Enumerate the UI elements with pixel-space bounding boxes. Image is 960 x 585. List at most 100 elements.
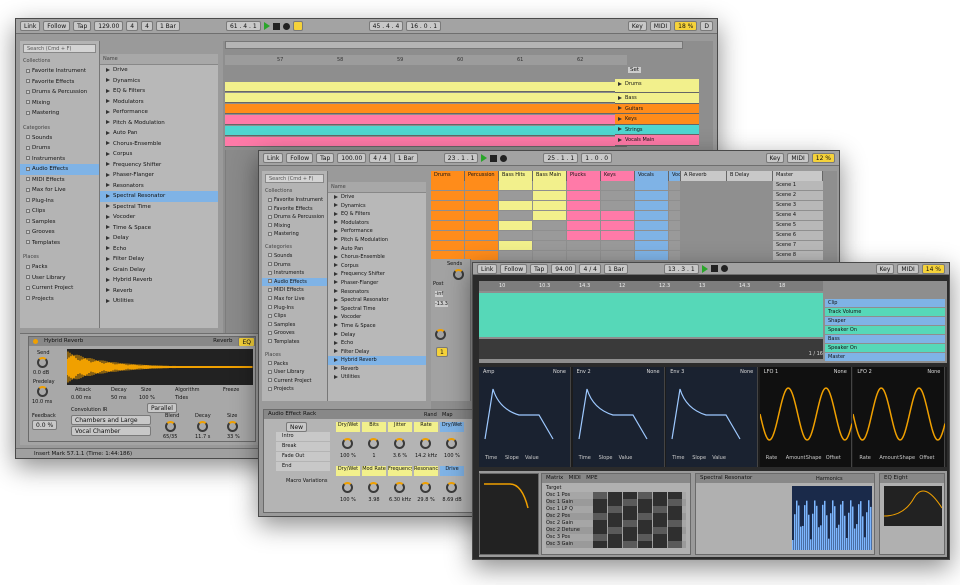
place-current-project[interactable]: Current Project xyxy=(20,283,99,294)
session-clip-slot[interactable] xyxy=(465,241,498,250)
browser-item-performance[interactable]: Performance xyxy=(100,107,218,118)
category-plug-ins[interactable]: Plug-Ins xyxy=(20,196,99,207)
collection-mastering[interactable]: Mastering xyxy=(20,108,99,119)
browser-item-2-eq-filters[interactable]: EQ & Filters xyxy=(328,210,426,219)
follow-button[interactable]: Follow xyxy=(43,21,71,31)
track-number[interactable]: 1 xyxy=(436,347,448,357)
browser-item-2-performance[interactable]: Performance xyxy=(328,227,426,236)
session-clip-slot[interactable] xyxy=(601,181,634,190)
session-clip-slot[interactable] xyxy=(635,251,668,260)
session-clip-slot[interactable] xyxy=(567,231,600,240)
scene-launch[interactable]: Scene 3 xyxy=(773,201,823,210)
browser-item-2-vocoder[interactable]: Vocoder xyxy=(328,313,426,322)
matrix-cell[interactable] xyxy=(623,520,637,527)
matrix-row-osc-2-pos[interactable]: Osc 2 Pos xyxy=(546,513,686,520)
rack-chain-end[interactable]: End xyxy=(276,462,330,471)
session-clip-slot[interactable] xyxy=(431,181,464,190)
session-clip-slot[interactable] xyxy=(635,231,668,240)
track-header-vocals-main[interactable]: Vocals Main xyxy=(615,135,699,146)
category-max-for-live[interactable]: Max for Live xyxy=(20,185,99,196)
track-header-bass[interactable]: Bass xyxy=(615,93,699,104)
browser-item-modulators[interactable]: Modulators xyxy=(100,97,218,108)
rack-chain-intro[interactable]: Intro xyxy=(276,432,330,441)
loop-start-field-2[interactable]: 25 . 1 . 1 xyxy=(543,153,579,163)
collection-mixing[interactable]: Mixing xyxy=(20,98,99,109)
browser-item-pitch-modulation[interactable]: Pitch & Modulation xyxy=(100,118,218,129)
browser-item-frequency-shifter[interactable]: Frequency Shifter xyxy=(100,160,218,171)
session-clip-slot[interactable] xyxy=(601,191,634,200)
session-clip-slot[interactable] xyxy=(533,221,566,230)
category-instruments[interactable]: Instruments xyxy=(20,154,99,165)
rack-new-button[interactable]: New xyxy=(286,422,308,432)
session-clip-slot[interactable] xyxy=(567,201,600,210)
quantize-select-2[interactable]: 1 Bar xyxy=(393,153,418,163)
session-clip-slot[interactable] xyxy=(635,191,668,200)
matrix-tab[interactable]: Matrix xyxy=(546,475,563,481)
rand-button[interactable]: Rand xyxy=(424,412,437,418)
loop-length-field-2[interactable]: 1 . 0 . 0 xyxy=(581,153,613,163)
category-2-samples[interactable]: Samples xyxy=(262,321,327,330)
session-clip-slot[interactable] xyxy=(669,181,680,190)
session-clip-slot[interactable] xyxy=(431,221,464,230)
matrix-cell[interactable] xyxy=(668,499,682,506)
scene-launch[interactable]: Scene 8 xyxy=(773,251,823,260)
ir-select[interactable]: Vocal Chamber xyxy=(71,426,151,436)
session-clip-slot[interactable] xyxy=(499,201,532,210)
browser-item-2-utilities[interactable]: Utilities xyxy=(328,373,426,382)
position-field-3[interactable]: 13 . 3 . 1 xyxy=(663,263,699,274)
tap-button-2[interactable]: Tap xyxy=(316,153,335,163)
category-2-clips[interactable]: Clips xyxy=(262,312,327,321)
session-track-header[interactable]: Keys xyxy=(601,171,635,181)
session-clip-slot[interactable] xyxy=(533,251,566,260)
session-clip-slot[interactable] xyxy=(669,241,680,250)
session-clip-slot[interactable] xyxy=(431,241,464,250)
collection-favorite-instrument[interactable]: Favorite Instrument xyxy=(20,66,99,77)
browser-item-2-auto-pan[interactable]: Auto Pan xyxy=(328,245,426,254)
arrangement-clip[interactable] xyxy=(225,104,627,114)
matrix-cell[interactable] xyxy=(593,499,607,506)
session-clip-slot[interactable] xyxy=(465,191,498,200)
matrix-cell[interactable] xyxy=(638,541,652,548)
matrix-cell[interactable] xyxy=(638,492,652,499)
browser-item-resonators[interactable]: Resonators xyxy=(100,181,218,192)
session-clip-slot[interactable] xyxy=(465,201,498,210)
collection-2-favorite-effects[interactable]: Favorite Effects xyxy=(262,205,327,214)
matrix-cell[interactable] xyxy=(623,527,637,534)
macro-knob[interactable] xyxy=(420,482,431,493)
arrangement-clip[interactable] xyxy=(225,126,627,136)
macro-knob[interactable] xyxy=(394,482,405,493)
session-clip-slot[interactable] xyxy=(567,251,600,260)
play-icon[interactable] xyxy=(618,81,622,86)
algorithm-value[interactable]: Tides xyxy=(175,395,188,401)
matrix-cell[interactable] xyxy=(623,499,637,506)
browser-item-echo[interactable]: Echo xyxy=(100,244,218,255)
place-2-projects[interactable]: Projects xyxy=(262,385,327,394)
macro-knob[interactable] xyxy=(420,438,431,449)
midi-map-button-2[interactable]: MIDI xyxy=(787,153,809,163)
reverb-tab[interactable]: Reverb xyxy=(213,337,232,346)
stop-icon[interactable] xyxy=(272,22,280,30)
scene-launch[interactable]: Scene 6 xyxy=(773,231,823,240)
track-header-drums[interactable]: Drums xyxy=(615,79,699,93)
matrix-row-osc-2-gain[interactable]: Osc 2 Gain xyxy=(546,520,686,527)
search-input-2[interactable]: Search (Cmd + F) xyxy=(265,174,324,183)
matrix-cell[interactable] xyxy=(593,506,607,513)
link-button[interactable]: Link xyxy=(20,21,41,31)
session-clip-slot[interactable] xyxy=(533,241,566,250)
session-clip-slot[interactable] xyxy=(499,191,532,200)
matrix-cell[interactable] xyxy=(608,499,622,506)
meter-numerator[interactable]: 4 xyxy=(126,21,139,31)
macro-knob[interactable] xyxy=(394,438,405,449)
session-clip-slot[interactable] xyxy=(601,241,634,250)
midi-tab[interactable]: MIDI xyxy=(569,475,581,481)
session-clip-slot[interactable] xyxy=(431,211,464,220)
matrix-cell[interactable] xyxy=(638,499,652,506)
matrix-cell[interactable] xyxy=(638,534,652,541)
arrangement-clip[interactable] xyxy=(225,137,627,147)
browser-item-2-dynamics[interactable]: Dynamics xyxy=(328,202,426,211)
collection-2-drums-percussion[interactable]: Drums & Percussion xyxy=(262,213,327,222)
browser-item-2-drive[interactable]: Drive xyxy=(328,193,426,202)
matrix-cell[interactable] xyxy=(608,541,622,548)
ir-category-select[interactable]: Chambers and Large Rooms xyxy=(71,415,151,433)
position-field-2[interactable]: 23 . 1 . 1 xyxy=(443,153,479,163)
